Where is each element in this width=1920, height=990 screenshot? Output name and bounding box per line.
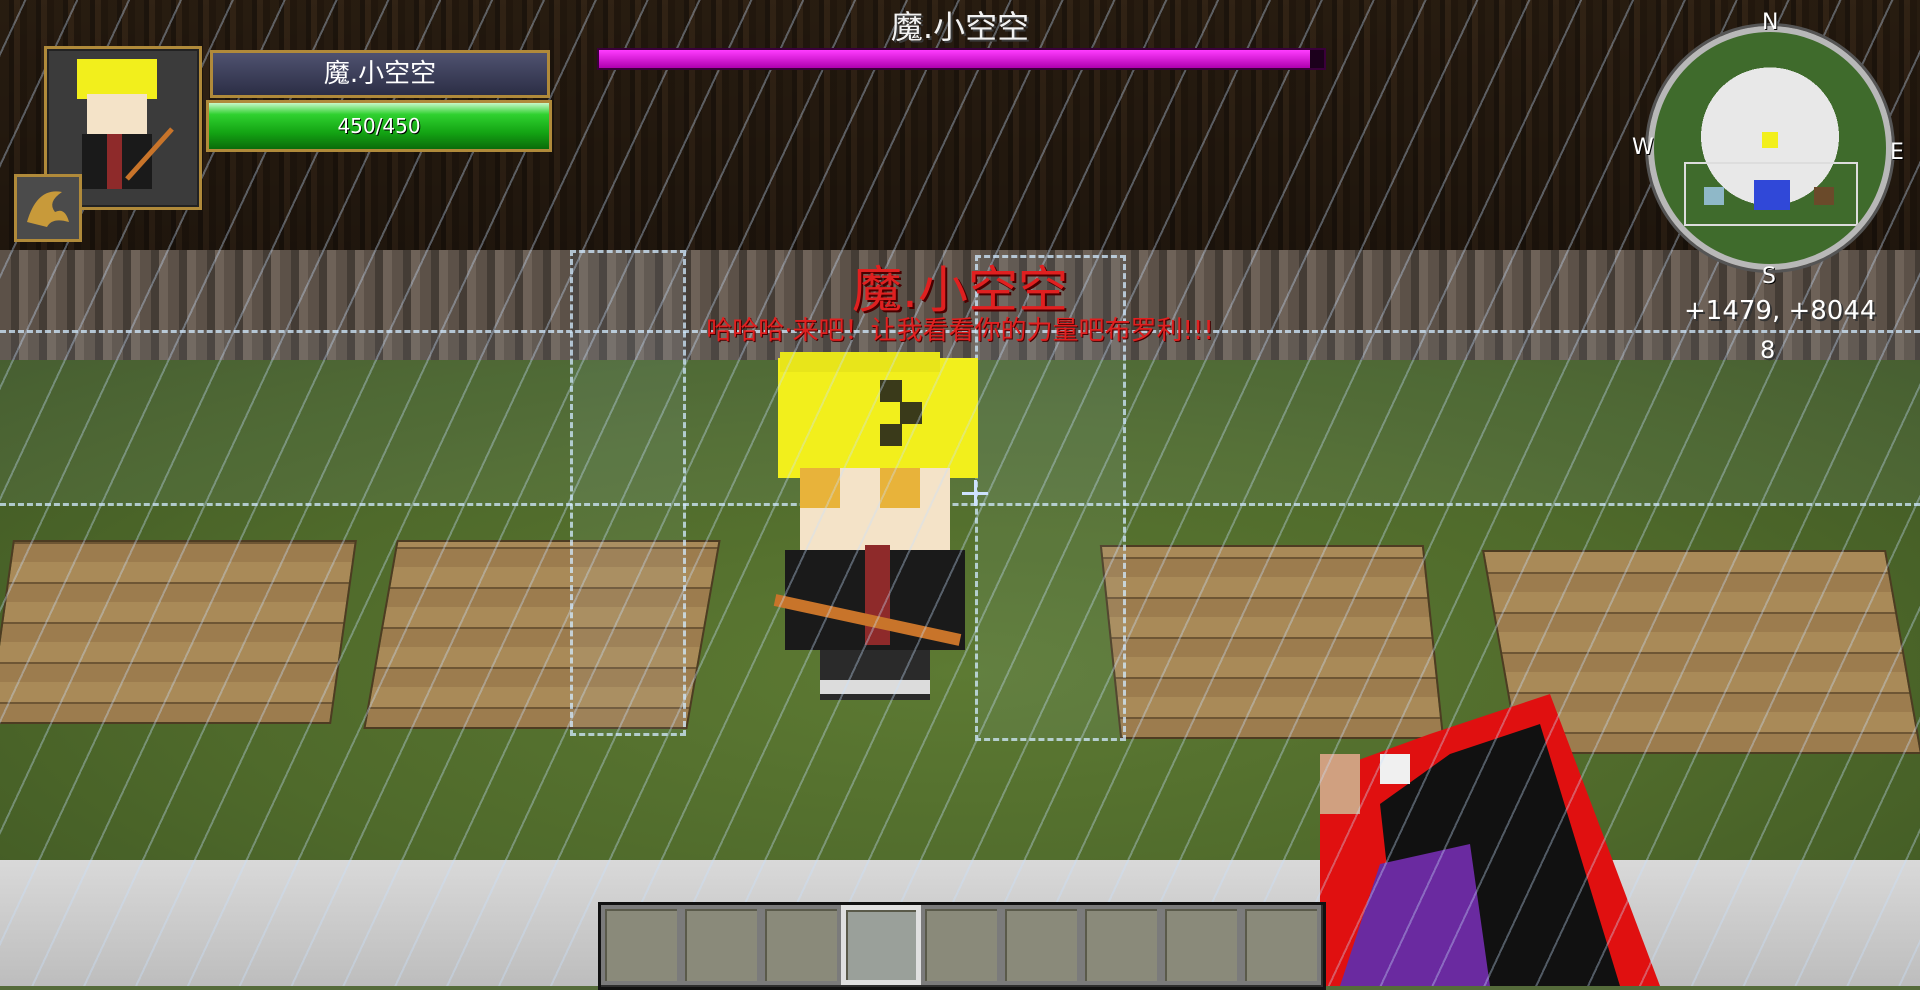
crosshair-icon: [962, 480, 988, 506]
minimap-north-label: N: [1762, 10, 1779, 35]
minimap-east-label: E: [1890, 140, 1904, 165]
hotbar-slot-9[interactable]: [1241, 905, 1321, 985]
minimap-npc-marker: [1762, 132, 1778, 148]
player-name-plate: 魔.小空空: [210, 50, 550, 98]
minimap-entity-marker: [1704, 187, 1724, 205]
minimap-west-label: W: [1632, 135, 1654, 160]
hotbar-slot-4[interactable]: [841, 905, 921, 985]
boss-health-bar: [597, 48, 1326, 70]
hotbar-slot-1[interactable]: [601, 905, 681, 985]
player-health-text: 450/450: [337, 114, 421, 138]
hotbar-slot-7[interactable]: [1081, 905, 1161, 985]
y-level-readout: 8: [1760, 336, 1776, 364]
player-health-bar: 450/450: [206, 100, 552, 152]
minimap: [1648, 26, 1892, 270]
hotbar-slot-6[interactable]: [1001, 905, 1081, 985]
hotbar-slot-2[interactable]: [681, 905, 761, 985]
boss-name: 魔.小空空: [890, 8, 1030, 46]
minimap-south-label: S: [1762, 264, 1776, 289]
dragon-icon: [14, 174, 82, 242]
hotbar-slot-3[interactable]: [761, 905, 841, 985]
hotbar-slot-8[interactable]: [1161, 905, 1241, 985]
hotbar[interactable]: [598, 902, 1326, 990]
npc-speech-text: 哈哈哈·来吧！让我看看你的力量吧布罗利!!!: [706, 316, 1214, 346]
npc-character[interactable]: [760, 350, 1000, 700]
hotbar-slot-5[interactable]: [921, 905, 1001, 985]
wooden-bench-left-1: [0, 540, 357, 724]
player-hand: [1320, 694, 1660, 986]
boss-health-fill: [599, 50, 1310, 68]
coordinates-readout: +1479, +8044: [1684, 296, 1877, 326]
minimap-entity-marker: [1814, 187, 1834, 205]
minimap-player-marker: [1754, 180, 1790, 210]
